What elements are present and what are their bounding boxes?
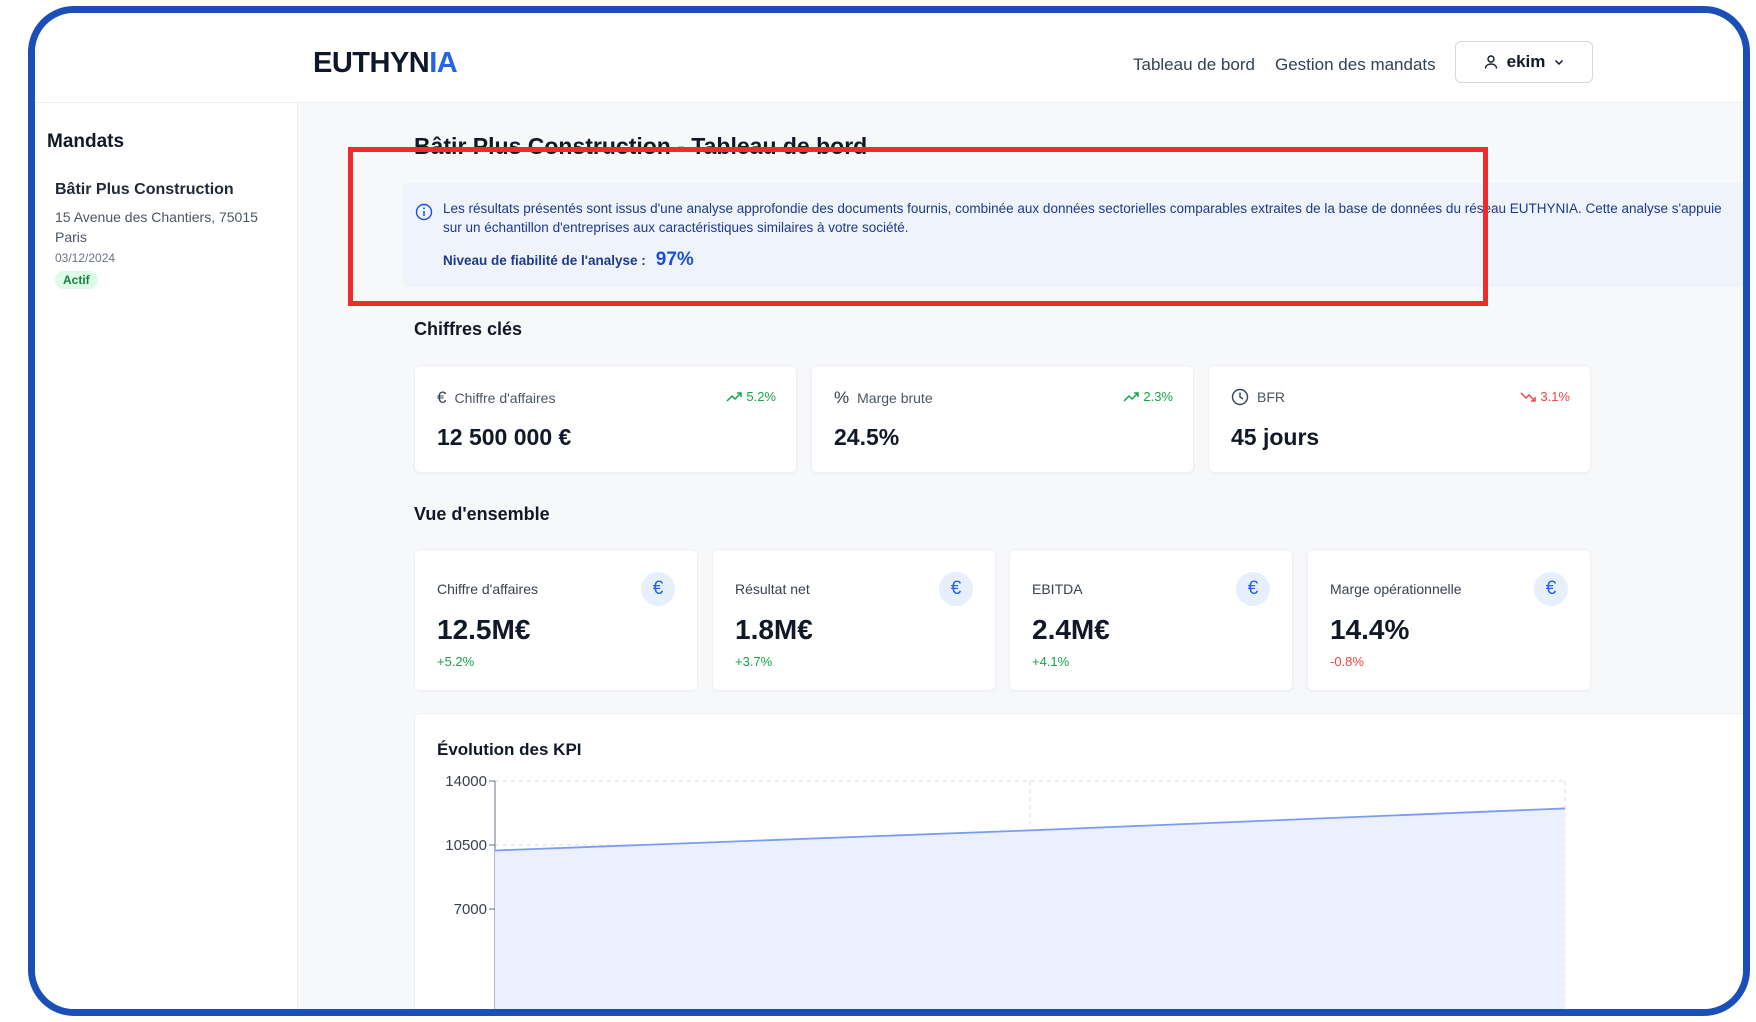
kpi-evolution-chart: 14000 10500 7000 xyxy=(445,773,1566,1009)
user-menu-button[interactable]: ekim xyxy=(1455,41,1593,83)
overview-label: Résultat net xyxy=(735,581,810,597)
overview-label: Marge opérationnelle xyxy=(1330,581,1462,597)
reliability-label: Niveau de fiabilité de l'analyse : xyxy=(443,253,646,268)
y-tick-label: 10500 xyxy=(445,837,487,854)
kpi-label-text: Chiffre d'affaires xyxy=(454,390,556,406)
overview-delta: +5.2% xyxy=(437,654,475,669)
nav-dashboard[interactable]: Tableau de bord xyxy=(1133,55,1255,75)
app-window: EUTHYNIA Tableau de bord Gestion des man… xyxy=(28,6,1750,1016)
series-area xyxy=(495,808,1565,1009)
euro-icon: € xyxy=(939,572,973,606)
trend-up: 2.3% xyxy=(1123,389,1173,404)
analysis-info-box: Les résultats présentés sont issus d'une… xyxy=(403,183,1743,287)
main-content: Bâtir Plus Construction - Tableau de bor… xyxy=(299,103,1743,1009)
mandate-date: 03/12/2024 xyxy=(55,251,116,265)
page-title: Bâtir Plus Construction - Tableau de bor… xyxy=(414,133,868,159)
overview-label: EBITDA xyxy=(1032,581,1083,597)
kpi-label-text: Marge brute xyxy=(857,390,933,406)
sidebar-item-mandate[interactable]: Bâtir Plus Construction 15 Avenue des Ch… xyxy=(55,181,285,289)
top-navbar: EUTHYNIA Tableau de bord Gestion des man… xyxy=(35,13,1743,103)
mandate-address: 15 Avenue des Chantiers, 75015 Paris xyxy=(55,209,258,245)
kpi-label-text: BFR xyxy=(1257,389,1285,405)
euro-icon: € xyxy=(1534,572,1568,606)
kpi-delta: 2.3% xyxy=(1143,389,1173,404)
kpi-card-bfr: BFR 3.1% 45 jours xyxy=(1208,365,1591,473)
sidebar-title: Mandats xyxy=(47,131,125,152)
trend-up: 5.2% xyxy=(726,389,776,404)
kpi-delta: 5.2% xyxy=(746,389,776,404)
y-tick-label: 14000 xyxy=(445,773,487,790)
user-name: ekim xyxy=(1506,52,1546,71)
percent-icon: % xyxy=(834,388,850,407)
overview-delta: +3.7% xyxy=(735,654,773,669)
reliability-line: Niveau de fiabilité de l'analyse : 97% xyxy=(443,249,694,271)
euro-icon: € xyxy=(1236,572,1270,606)
chevron-down-icon xyxy=(1555,59,1564,66)
kpi-card-gross-margin: % Marge brute 2.3% 24.5% xyxy=(811,365,1194,473)
overview-card-ebitda: EBITDA € 2.4M€ +4.1% xyxy=(1009,549,1293,691)
nav-mandates[interactable]: Gestion des mandats xyxy=(1275,55,1436,75)
overview-card-net-income: Résultat net € 1.8M€ +3.7% xyxy=(712,549,996,691)
overview-value: 14.4% xyxy=(1330,614,1410,645)
trend-up-icon xyxy=(1123,391,1140,402)
trend-down-icon xyxy=(1520,391,1537,402)
clock-icon xyxy=(1231,388,1249,406)
kpi-value: 12 500 000 € xyxy=(437,424,572,450)
overview-value: 12.5M€ xyxy=(437,614,531,645)
reliability-value: 97% xyxy=(655,249,694,270)
overview-card-revenue: Chiffre d'affaires € 12.5M€ +5.2% xyxy=(414,549,698,691)
overview-delta: -0.8% xyxy=(1330,654,1364,669)
overview-title: Vue d'ensemble xyxy=(414,504,550,524)
overview-value: 2.4M€ xyxy=(1032,614,1110,645)
status-badge: Actif xyxy=(55,271,98,289)
mandate-name: Bâtir Plus Construction xyxy=(55,181,234,198)
logo[interactable]: EUTHYNIA xyxy=(313,47,458,80)
kpi-card-revenue: € Chiffre d'affaires 5.2% 12 500 000 € xyxy=(414,365,797,473)
overview-card-operating-margin: Marge opérationnelle € 14.4% -0.8% xyxy=(1307,549,1591,691)
y-tick-label: 7000 xyxy=(454,901,487,918)
euro-icon: € xyxy=(437,388,447,407)
kpi-value: 24.5% xyxy=(834,424,900,450)
kpi-evolution-chart-card: Évolution des KPI 14000 10500 7000 xyxy=(414,713,1743,1009)
kpi-value: 45 jours xyxy=(1231,424,1320,450)
overview-delta: +4.1% xyxy=(1032,654,1070,669)
trend-up-icon xyxy=(726,391,743,402)
sidebar: Mandats Bâtir Plus Construction 15 Avenu… xyxy=(35,103,298,1009)
kpi-label-margin: % Marge brute xyxy=(834,388,933,408)
euro-icon: € xyxy=(641,572,675,606)
key-figures-title: Chiffres clés xyxy=(414,319,523,339)
overview-label: Chiffre d'affaires xyxy=(437,581,538,597)
kpi-delta: 3.1% xyxy=(1540,389,1570,404)
kpi-label-bfr: BFR xyxy=(1231,388,1285,406)
kpi-label-revenue: € Chiffre d'affaires xyxy=(437,388,555,408)
trend-down: 3.1% xyxy=(1520,389,1570,404)
info-icon xyxy=(415,203,433,221)
user-icon xyxy=(1484,55,1497,69)
info-text: Les résultats présentés sont issus d'une… xyxy=(443,201,1722,235)
overview-value: 1.8M€ xyxy=(735,614,813,645)
